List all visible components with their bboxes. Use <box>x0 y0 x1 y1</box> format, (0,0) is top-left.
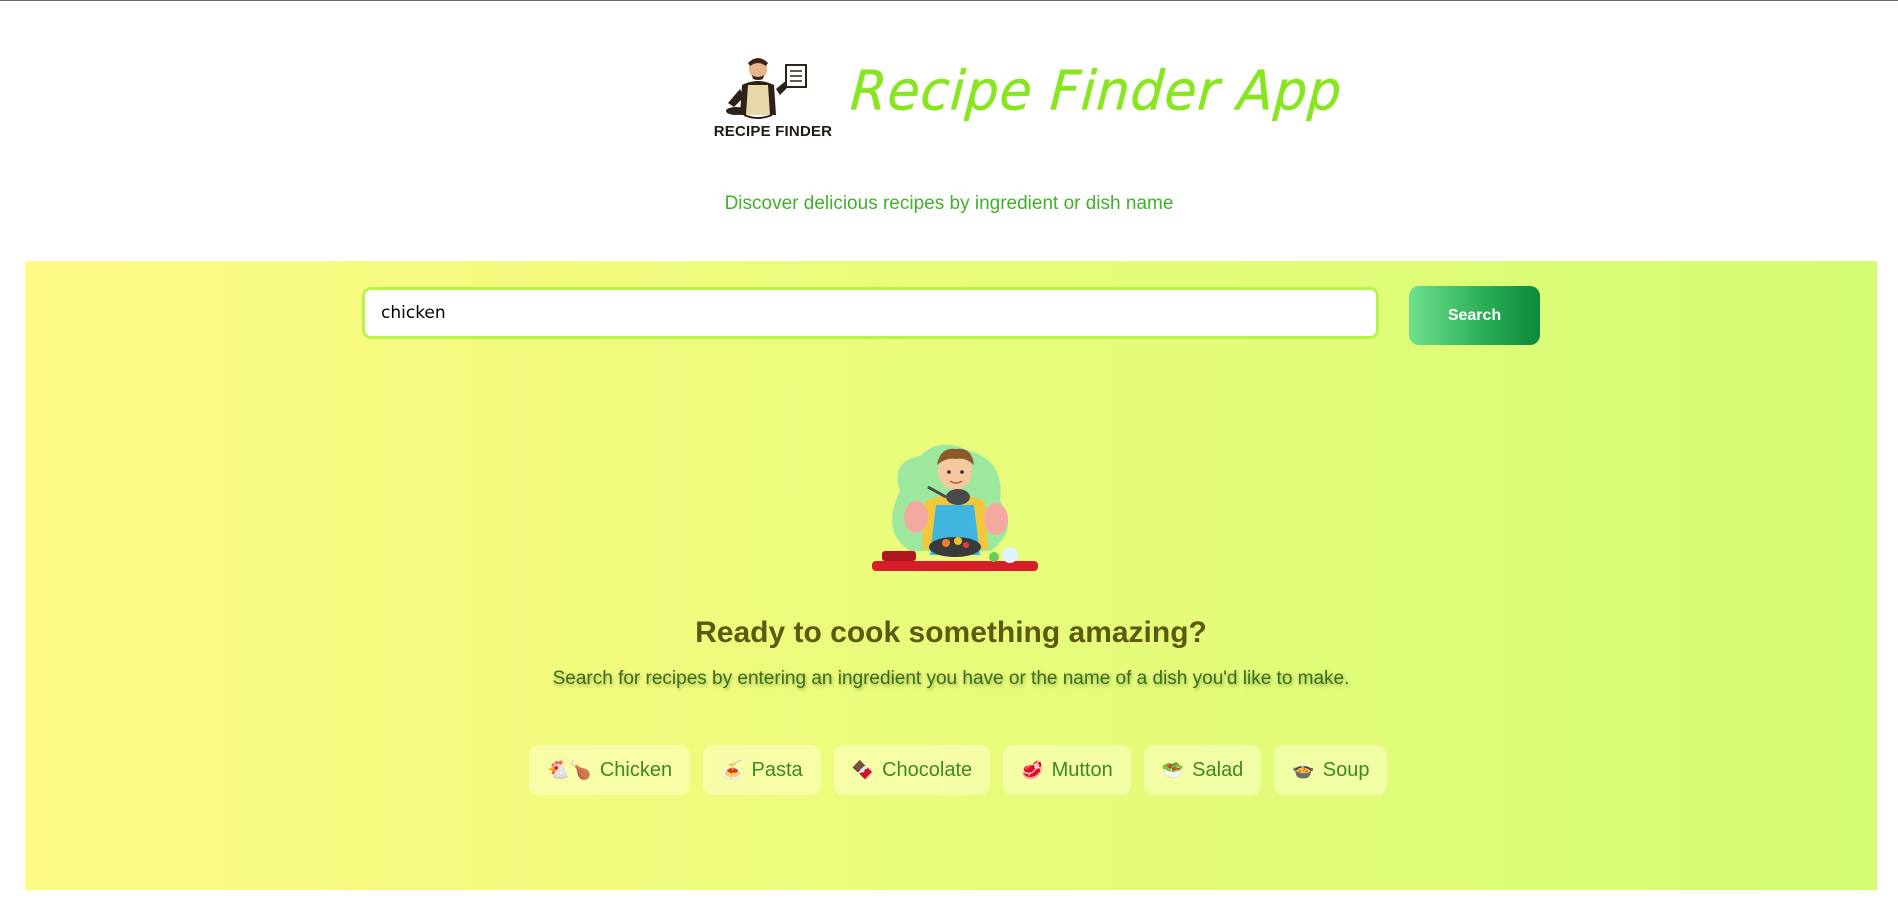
logo-wordmark: RECIPE FINDER <box>713 123 833 140</box>
suggestion-chip-label: Chocolate <box>882 758 973 781</box>
empty-state-heading: Ready to cook something amazing? <box>695 616 1207 649</box>
suggestion-chip-salad[interactable]: 🥗 Salad <box>1143 745 1262 795</box>
suggestion-chip-label: Salad <box>1192 758 1244 781</box>
salad-icon: 🥗 <box>1161 760 1185 780</box>
meat-icon: 🥩 <box>1021 760 1044 780</box>
chef-cooking-illustration <box>870 431 1040 581</box>
suggestion-chips: 🐔🍗 Chicken 🍝 Pasta 🍫 Chocolate 🥩 Mutton … <box>529 745 1388 795</box>
suggestion-chip-chocolate[interactable]: 🍫 Chocolate <box>833 745 991 795</box>
suggestion-chip-mutton[interactable]: 🥩 Mutton <box>1003 745 1131 795</box>
pasta-icon: 🍝 <box>721 760 744 780</box>
chocolate-icon: 🍫 <box>851 760 875 780</box>
suggestion-chip-pasta[interactable]: 🍝 Pasta <box>703 745 821 795</box>
app-subtitle: Discover delicious recipes by ingredient… <box>724 193 1174 214</box>
suggestion-chip-soup[interactable]: 🍲 Soup <box>1274 745 1388 795</box>
chef-cooking-icon <box>872 444 1038 571</box>
app-header: RECIPE FINDER Recipe Finder App Discover… <box>0 0 1898 260</box>
search-input[interactable] <box>362 287 1379 339</box>
suggestion-chip-chicken[interactable]: 🐔🍗 Chicken <box>529 745 691 795</box>
soup-icon: 🍲 <box>1292 760 1315 780</box>
chicken-icon: 🐔🍗 <box>547 760 592 780</box>
chef-logo-icon <box>726 58 807 119</box>
suggestion-chip-label: Chicken <box>599 758 673 781</box>
suggestion-chip-label: Soup <box>1322 758 1370 781</box>
empty-state-description: Search for recipes by entering an ingred… <box>552 668 1350 689</box>
suggestion-chip-label: Pasta <box>751 758 803 781</box>
search-panel: Search <box>25 261 1877 890</box>
app-title: Recipe Finder App <box>848 60 1345 123</box>
search-button[interactable]: Search <box>1409 286 1540 345</box>
recipe-finder-logo: RECIPE FINDER <box>708 55 836 143</box>
suggestion-chip-label: Mutton <box>1051 758 1113 781</box>
